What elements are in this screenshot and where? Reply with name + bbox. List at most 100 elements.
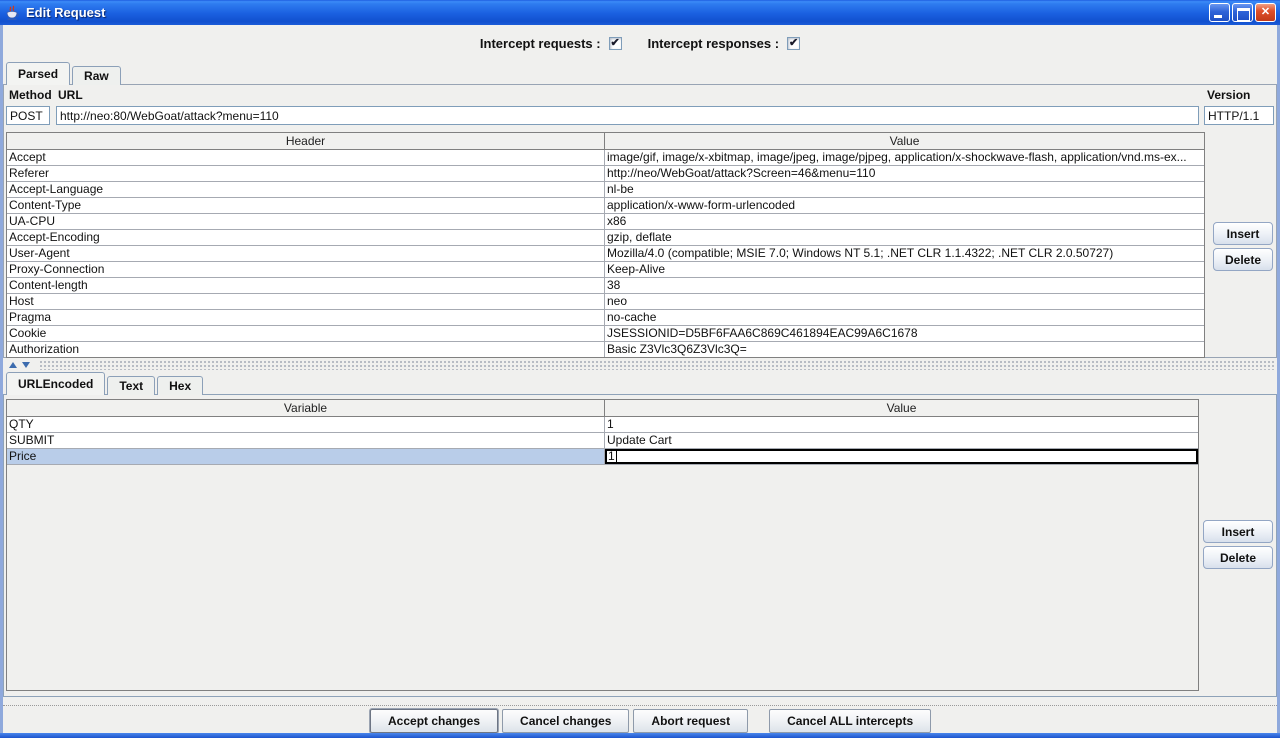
tab-parsed[interactable]: Parsed: [6, 62, 70, 85]
params-table-header: Variable Value: [7, 400, 1198, 417]
header-name-cell: UA-CPU: [7, 214, 605, 229]
param-row[interactable]: Price1: [7, 449, 1198, 465]
header-name-cell: Host: [7, 294, 605, 309]
collapse-down-icon[interactable]: [22, 362, 30, 368]
collapse-up-icon[interactable]: [9, 362, 17, 368]
header-row[interactable]: Content-length38: [7, 278, 1204, 294]
header-name-cell: Referer: [7, 166, 605, 181]
method-field[interactable]: [6, 106, 50, 125]
minimize-button[interactable]: [1209, 3, 1230, 22]
param-variable-cell: QTY: [7, 417, 605, 432]
method-label: Method: [9, 88, 52, 102]
url-field[interactable]: [56, 106, 1199, 125]
version-label: Version: [1207, 88, 1250, 102]
header-value-cell: http://neo/WebGoat/attack?Screen=46&menu…: [605, 166, 1204, 181]
close-button[interactable]: ✕: [1255, 3, 1276, 22]
intercept-responses-label: Intercept responses :: [648, 36, 780, 51]
param-variable-cell: Price: [7, 449, 605, 464]
header-value-cell: JSESSIONID=D5BF6FAA6C869C461894EAC99A6C1…: [605, 326, 1204, 341]
header-name-cell: Cookie: [7, 326, 605, 341]
header-row[interactable]: Pragmano-cache: [7, 310, 1204, 326]
params-delete-button[interactable]: Delete: [1203, 546, 1273, 569]
edit-request-window: Edit Request ✕ Intercept requests : ✔ In…: [0, 0, 1280, 738]
intercept-responses-group: Intercept responses : ✔: [648, 36, 801, 51]
header-row[interactable]: Hostneo: [7, 294, 1204, 310]
header-name-cell: Proxy-Connection: [7, 262, 605, 277]
header-value-cell: neo: [605, 294, 1204, 309]
header-value-cell: gzip, deflate: [605, 230, 1204, 245]
window-controls: ✕: [1209, 3, 1276, 22]
header-name-cell: Content-length: [7, 278, 605, 293]
cancel-changes-button[interactable]: Cancel changes: [502, 709, 629, 733]
header-row[interactable]: Content-Typeapplication/x-www-form-urlen…: [7, 198, 1204, 214]
cancel-all-intercepts-button[interactable]: Cancel ALL intercepts: [769, 709, 931, 733]
text-caret: [616, 451, 617, 462]
header-value-cell: nl-be: [605, 182, 1204, 197]
request-view-tabs: ParsedRaw: [6, 62, 123, 85]
urlencoded-body-panel: Variable Value QTY1SUBMITUpdate CartPric…: [3, 394, 1277, 697]
value-column-header[interactable]: Value: [605, 133, 1204, 149]
headers-table: Header Value Acceptimage/gif, image/x-xb…: [6, 132, 1205, 358]
version-field[interactable]: [1204, 106, 1274, 125]
param-row[interactable]: QTY1: [7, 417, 1198, 433]
footer-separator: [3, 705, 1277, 706]
headers-insert-button[interactable]: Insert: [1213, 222, 1273, 245]
tab-urlencoded[interactable]: URLEncoded: [6, 372, 105, 395]
param-value-column-header[interactable]: Value: [605, 400, 1198, 416]
param-value-cell[interactable]: 1: [605, 449, 1198, 464]
header-name-cell: User-Agent: [7, 246, 605, 261]
header-value-cell: Basic Z3Vlc3Q6Z3Vlc3Q=: [605, 342, 1204, 357]
headers-table-header: Header Value: [7, 133, 1204, 150]
titlebar[interactable]: Edit Request ✕: [0, 0, 1280, 25]
params-table-body: QTY1SUBMITUpdate CartPrice1: [7, 417, 1198, 465]
header-value-cell: x86: [605, 214, 1204, 229]
header-row[interactable]: UA-CPUx86: [7, 214, 1204, 230]
header-row[interactable]: Refererhttp://neo/WebGoat/attack?Screen=…: [7, 166, 1204, 182]
intercept-options-row: Intercept requests : ✔ Intercept respons…: [0, 34, 1280, 52]
header-name-cell: Accept-Language: [7, 182, 605, 197]
header-row[interactable]: CookieJSESSIONID=D5BF6FAA6C869C461894EAC…: [7, 326, 1204, 342]
url-label: URL: [58, 88, 83, 102]
param-variable-cell: SUBMIT: [7, 433, 605, 448]
split-pane-divider[interactable]: [3, 358, 1277, 372]
intercept-responses-checkbox[interactable]: ✔: [787, 37, 800, 50]
header-value-cell: application/x-www-form-urlencoded: [605, 198, 1204, 213]
window-border-bottom: [0, 733, 1280, 738]
header-name-cell: Accept: [7, 150, 605, 165]
tab-text[interactable]: Text: [107, 376, 155, 395]
window-border-left: [0, 25, 3, 733]
variable-column-header[interactable]: Variable: [7, 400, 605, 416]
headers-table-body: Acceptimage/gif, image/x-xbitmap, image/…: [7, 150, 1204, 358]
maximize-button[interactable]: [1232, 3, 1253, 22]
param-value-cell: Update Cart: [605, 433, 1198, 448]
header-row[interactable]: Accept-Encodinggzip, deflate: [7, 230, 1204, 246]
header-value-cell: 38: [605, 278, 1204, 293]
intercept-requests-checkbox[interactable]: ✔: [609, 37, 622, 50]
params-insert-button[interactable]: Insert: [1203, 520, 1273, 543]
window-title: Edit Request: [26, 5, 105, 20]
header-value-cell: no-cache: [605, 310, 1204, 325]
header-row[interactable]: AuthorizationBasic Z3Vlc3Q6Z3Vlc3Q=: [7, 342, 1204, 358]
tab-hex[interactable]: Hex: [157, 376, 203, 395]
intercept-requests-label: Intercept requests :: [480, 36, 601, 51]
body-view-tabs: URLEncodedTextHex: [6, 372, 205, 395]
header-column-header[interactable]: Header: [7, 133, 605, 149]
header-row[interactable]: Proxy-ConnectionKeep-Alive: [7, 262, 1204, 278]
header-name-cell: Content-Type: [7, 198, 605, 213]
params-table: Variable Value QTY1SUBMITUpdate CartPric…: [6, 399, 1199, 691]
param-value-cell: 1: [605, 417, 1198, 432]
accept-changes-button[interactable]: Accept changes: [370, 709, 498, 733]
headers-delete-button[interactable]: Delete: [1213, 248, 1273, 271]
header-row[interactable]: User-AgentMozilla/4.0 (compatible; MSIE …: [7, 246, 1204, 262]
header-row[interactable]: Accept-Languagenl-be: [7, 182, 1204, 198]
header-name-cell: Accept-Encoding: [7, 230, 605, 245]
header-name-cell: Authorization: [7, 342, 605, 357]
header-row[interactable]: Acceptimage/gif, image/x-xbitmap, image/…: [7, 150, 1204, 166]
param-row[interactable]: SUBMITUpdate Cart: [7, 433, 1198, 449]
tab-raw[interactable]: Raw: [72, 66, 121, 85]
abort-request-button[interactable]: Abort request: [633, 709, 748, 733]
header-value-cell: Mozilla/4.0 (compatible; MSIE 7.0; Windo…: [605, 246, 1204, 261]
intercept-requests-group: Intercept requests : ✔: [480, 36, 622, 51]
footer-actions: Accept changesCancel changesAbort reques…: [370, 709, 931, 733]
header-value-cell: image/gif, image/x-xbitmap, image/jpeg, …: [605, 150, 1204, 165]
